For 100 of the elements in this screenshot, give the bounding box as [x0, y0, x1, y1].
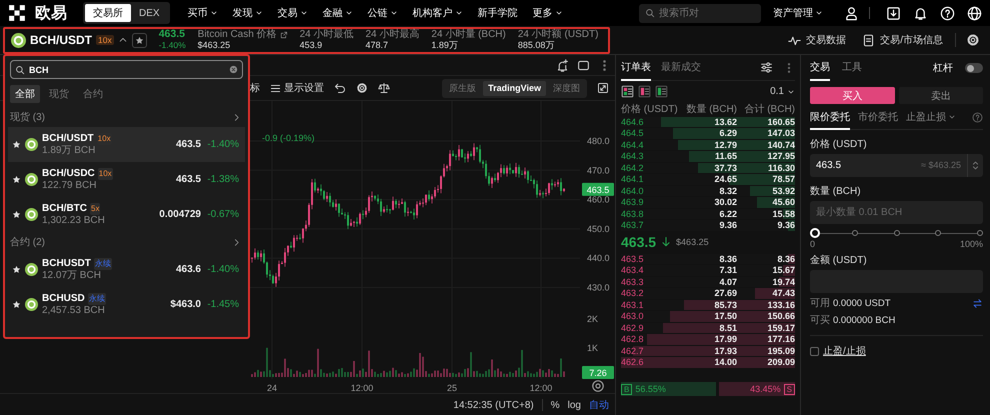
scale-option[interactable]: 自动: [589, 398, 609, 412]
info-link[interactable]: 交易/市场信息: [862, 33, 943, 47]
price-cell-text: 463.8: [621, 208, 645, 219]
market-badge: 永续: [94, 258, 112, 270]
mode-tab[interactable]: 交易所: [85, 4, 131, 22]
axis-label: 2K: [587, 314, 598, 324]
menu-item[interactable]: 发现: [232, 6, 263, 20]
column-header: 数量 (BCH): [685, 103, 737, 116]
menu-item[interactable]: 买币: [188, 6, 218, 20]
logo-text: 欧易: [35, 4, 67, 24]
panel-tab[interactable]: 交易: [810, 55, 830, 81]
view-tab[interactable]: 深度图: [548, 80, 585, 96]
search-field[interactable]: BCH: [10, 60, 243, 79]
price-cell-text: 464.1: [621, 174, 645, 184]
price-cell-text: 462.7: [621, 346, 645, 356]
precision-select[interactable]: 0.1: [770, 86, 795, 97]
total-cell-text: 78.57: [771, 174, 795, 184]
amount-cell-text: 7.31: [718, 265, 737, 276]
assets-menu[interactable]: 资产管理: [773, 6, 823, 20]
filter-tab[interactable]: 合约: [78, 85, 108, 103]
price-cell-text: 462.8: [621, 334, 645, 344]
pair-row[interactable]: BCH/BTC 5x 1,302.23 BCH 0.004729 -0.67%: [8, 197, 245, 232]
order-type-tab[interactable]: 市价委托: [858, 106, 898, 130]
menu-item[interactable]: 交易: [278, 6, 308, 20]
stat-value: 478.7: [365, 40, 390, 51]
scale-option[interactable]: %: [550, 400, 560, 410]
tpsl-link[interactable]: 止盈/止损: [823, 344, 866, 358]
menu-item[interactable]: 更多: [532, 6, 563, 20]
mode-tab[interactable]: DEX: [131, 4, 168, 22]
stat-label: 24 小时量 (BCH): [431, 29, 506, 40]
amount-cell-text: 11.65: [714, 151, 737, 162]
volume-text: 12.07万 BCH: [42, 270, 102, 282]
order-type-tab[interactable]: 限价委托: [810, 106, 850, 130]
amount-cell-text: 12.79: [713, 140, 737, 150]
pair-row[interactable]: BCH/USDT 10x 1.89万 BCH 463.5 -1.40%: [8, 127, 245, 162]
amount-cell-text: 30.02: [713, 197, 737, 208]
amount-cell-text: 6.29: [718, 128, 737, 138]
pair-name: BCH/USDT: [30, 33, 92, 47]
book-tab[interactable]: 订单表: [621, 54, 651, 80]
mid-price: 463.5: [621, 234, 656, 250]
slider-label: 0: [810, 239, 816, 249]
axis-label: 25: [447, 383, 457, 393]
filter-tab[interactable]: 全部: [10, 85, 40, 103]
price-hint: ≈ $463.25: [921, 160, 961, 170]
pair-row[interactable]: BCHUSDT 永续 12.07万 BCH 463.6 -1.40%: [8, 252, 245, 287]
amount-cell-text: 4.07: [718, 276, 737, 287]
pair-row[interactable]: BCH/USDC 10x 122.79 BCH 463.5 -1.38%: [8, 162, 245, 197]
price-cell-text: 464.3: [621, 151, 645, 162]
price-cell-text: 463.7: [621, 220, 645, 230]
slider-label: 100%: [960, 239, 983, 249]
view-tab[interactable]: TradingView: [483, 80, 546, 96]
indicators-label: 标: [250, 82, 260, 95]
sell-marker: S: [784, 384, 795, 394]
last-price: 463.5: [158, 29, 186, 40]
market-badge: 永续: [88, 292, 106, 304]
price-cell-text: 463.9: [621, 197, 645, 208]
stat-value: $463.25: [198, 40, 232, 51]
sell-button[interactable]: 卖出: [898, 87, 983, 104]
group-title: 合约 (2): [10, 236, 45, 249]
axis-label: 12:00: [530, 383, 552, 393]
price-cell-text: 463.1: [621, 300, 645, 310]
menu-item[interactable]: 金融: [322, 6, 353, 20]
volume-text: 2,457.53 BCH: [42, 304, 106, 316]
field-label: 数量 (BCH): [810, 185, 862, 198]
view-tab[interactable]: 原生版: [444, 80, 482, 96]
stat-value: 453.9: [300, 40, 324, 51]
sell-ratio: 43.45%: [750, 384, 781, 394]
total-cell-text: 133.16: [766, 300, 795, 310]
volume-badge: 7.26: [582, 366, 614, 379]
amount-field[interactable]: 最小数量 0.01 BCH: [810, 201, 983, 224]
axis-label: 440.0: [587, 253, 610, 264]
total-cell-text: 47.43: [771, 288, 795, 298]
amount-cell-text: 37.73: [713, 162, 737, 173]
menu-item[interactable]: 机构客户: [412, 6, 463, 20]
balance-value: 0.000000 BCH: [833, 314, 896, 326]
market-badge: 10x: [96, 132, 112, 144]
panel-tab[interactable]: 工具: [842, 55, 862, 81]
price-cell-text: 463.3: [621, 276, 645, 287]
book-tab[interactable]: 最新成交: [661, 54, 701, 80]
total-cell-text: 8.36: [776, 254, 795, 264]
stat-label: Bitcoin Cash 价格: [198, 29, 277, 40]
price-change: -1.40%: [158, 40, 186, 51]
display-settings-button[interactable]: 显示设置: [270, 81, 324, 95]
menu-item[interactable]: 新手学院: [478, 6, 518, 20]
menu-item[interactable]: 公链: [368, 6, 398, 20]
search-field[interactable]: 搜索币对: [639, 4, 761, 22]
filter-tab[interactable]: 现货: [44, 85, 74, 103]
buy-button[interactable]: 买入: [810, 87, 894, 104]
pair-row[interactable]: BCHUSD 永续 2,457.53 BCH $463.0 -1.45%: [8, 287, 245, 322]
total-cell-text: 147.03: [766, 128, 795, 138]
amount-cell-text: 17.99: [713, 334, 737, 344]
order-type-tab[interactable]: 止盈止损: [906, 106, 956, 130]
scale-option[interactable]: log: [568, 400, 581, 410]
total-cell-text: 19.74: [771, 276, 795, 287]
total-cell-text: 45.60: [771, 197, 795, 208]
info-link[interactable]: 交易数据: [788, 33, 846, 47]
price-cell-text: 462.6: [621, 357, 645, 368]
total-cell-text: 127.95: [766, 151, 795, 162]
price-cell-text: 464.2: [621, 162, 645, 173]
market-badge: 10x: [98, 168, 113, 180]
